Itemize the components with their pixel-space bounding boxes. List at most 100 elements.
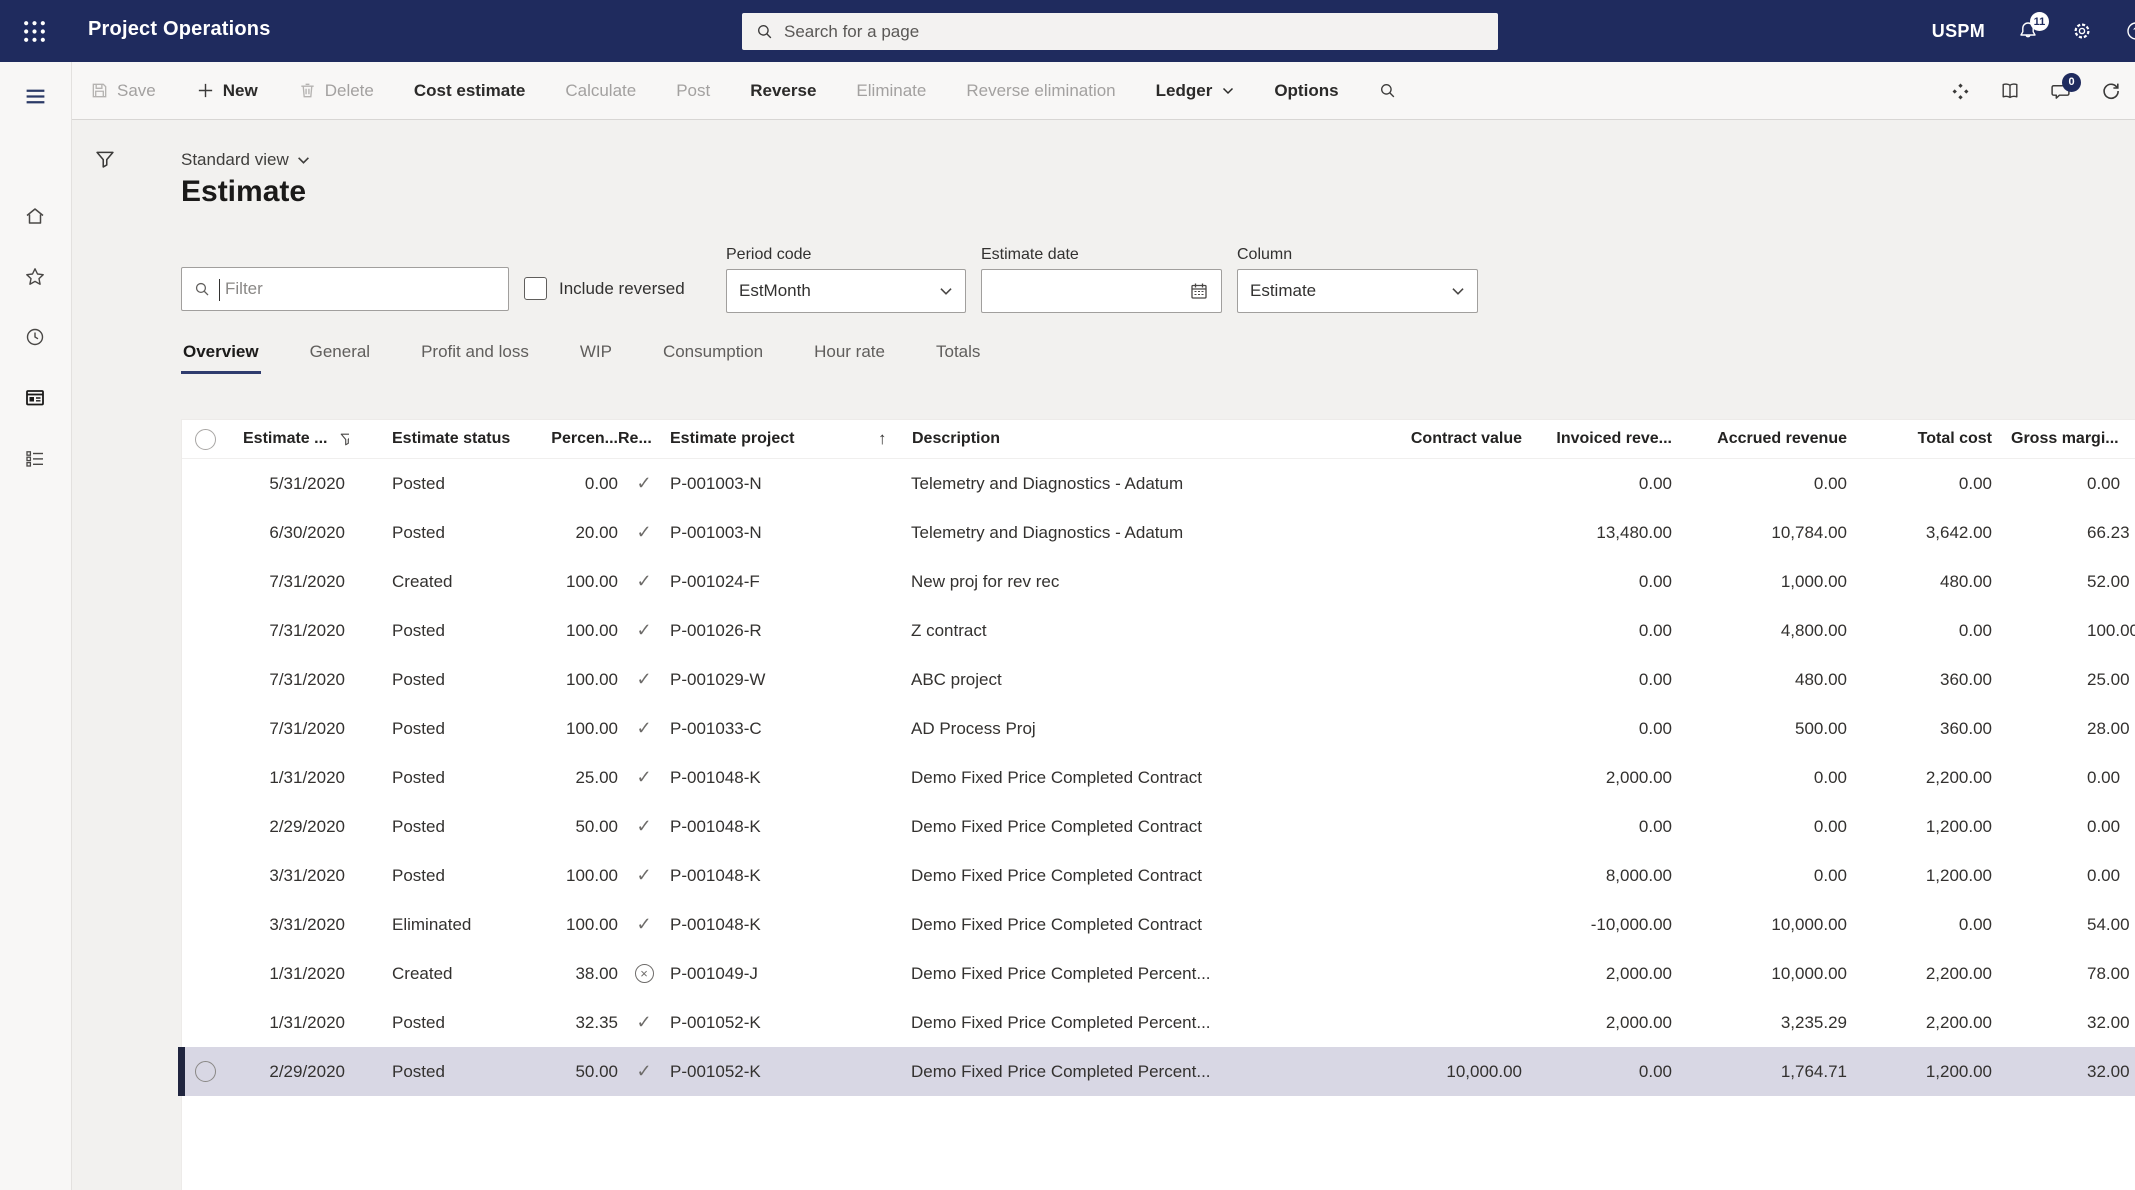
tab-general[interactable]: General [308, 332, 372, 374]
column-header-contract[interactable]: Contract value [1362, 420, 1522, 458]
estimate-date-input[interactable] [981, 269, 1222, 313]
toolbar-search-icon[interactable] [1379, 82, 1397, 100]
cell-status: Posted [349, 753, 534, 802]
bell-icon[interactable]: 11 [2017, 20, 2039, 42]
star-icon[interactable] [24, 266, 48, 290]
grid-body: 5/31/2020Posted0.00✓P-001003-NTelemetry … [182, 459, 2135, 1096]
table-row[interactable]: 7/31/2020Created100.00✓P-001024-FNew pro… [182, 557, 2135, 606]
table-row[interactable]: 3/31/2020Posted100.00✓P-001048-KDemo Fix… [182, 851, 2135, 900]
tab-wip[interactable]: WIP [578, 332, 614, 374]
table-row[interactable]: 7/31/2020Posted100.00✓P-001033-CAD Proce… [182, 704, 2135, 753]
cell-select [182, 655, 226, 704]
search-icon [1379, 82, 1397, 100]
column-header-total_cost[interactable]: Total cost [1847, 420, 1992, 458]
toolbar-button-cost-estimate[interactable]: Cost estimate [414, 81, 525, 101]
grid-filter-input[interactable] [219, 279, 479, 299]
cell-percent: 50.00 [534, 802, 618, 851]
header-radio[interactable] [195, 429, 216, 450]
refresh-icon[interactable] [2101, 81, 2121, 101]
tab-overview[interactable]: Overview [181, 332, 261, 374]
home-icon[interactable] [24, 205, 48, 229]
toolbar-button-reverse[interactable]: Reverse [750, 81, 816, 101]
tab-consumption[interactable]: Consumption [661, 332, 765, 374]
table-row[interactable]: 1/31/2020Posted32.35✓P-001052-KDemo Fixe… [182, 998, 2135, 1047]
toolbar-button-label: Options [1274, 81, 1338, 101]
cell-project: P-001052-K [670, 998, 870, 1047]
cell-invoiced: 0.00 [1522, 655, 1672, 704]
column-header-description[interactable]: ↑Description [870, 420, 1362, 458]
toolbar-button-ledger[interactable]: Ledger [1156, 81, 1235, 101]
column-header-reversed[interactable]: Re... [618, 420, 670, 458]
gear-icon[interactable] [2071, 20, 2093, 42]
table-row[interactable]: 2/29/2020Posted50.00✓P-001052-KDemo Fixe… [182, 1047, 2135, 1096]
period-code-dropdown[interactable]: EstMonth [726, 269, 966, 313]
book-icon[interactable] [2000, 81, 2020, 101]
grid-filter-box[interactable] [181, 267, 509, 311]
estimate-date-label: Estimate date [981, 246, 1222, 264]
filter-pane-icon[interactable] [94, 148, 116, 170]
calendar-icon[interactable] [1189, 281, 1209, 301]
tab-hour-rate[interactable]: Hour rate [812, 332, 887, 374]
page-search-box[interactable] [742, 13, 1498, 50]
nav-menu-icon[interactable] [24, 85, 48, 109]
cell-accrued: 10,784.00 [1672, 508, 1847, 557]
column-header-project[interactable]: Estimate project [670, 420, 870, 458]
table-row[interactable]: 7/31/2020Posted100.00✓P-001029-WABC proj… [182, 655, 2135, 704]
row-select-radio[interactable] [195, 1061, 216, 1082]
cell-percent: 0.00 [534, 459, 618, 508]
column-dropdown[interactable]: Estimate [1237, 269, 1478, 313]
add-icon [196, 81, 215, 100]
cell-status: Posted [349, 1047, 534, 1096]
cell-accrued: 4,800.00 [1672, 606, 1847, 655]
cell-select [182, 753, 226, 802]
cell-gross_margin: 52.00 [1992, 557, 2135, 606]
cell-gross_margin: 66.23 [1992, 508, 2135, 557]
insights-icon[interactable] [1951, 82, 1970, 101]
table-row[interactable]: 5/31/2020Posted0.00✓P-001003-NTelemetry … [182, 459, 2135, 508]
app-launcher-icon[interactable] [22, 19, 48, 45]
toolbar-button-label: New [223, 81, 258, 101]
cell-description: Demo Fixed Price Completed Contract [870, 753, 1362, 802]
environment-label[interactable]: USPM [1932, 21, 1985, 42]
cell-contract [1362, 753, 1522, 802]
form-icon[interactable] [24, 387, 48, 411]
column-label: Column [1237, 246, 1478, 264]
toolbar-button-new[interactable]: New [196, 81, 258, 101]
tab-totals[interactable]: Totals [934, 332, 982, 374]
column-header-label: Estimate status [392, 430, 510, 448]
table-row[interactable]: 6/30/2020Posted20.00✓P-001003-NTelemetry… [182, 508, 2135, 557]
table-row[interactable]: 3/31/2020Eliminated100.00✓P-001048-KDemo… [182, 900, 2135, 949]
cell-project: P-001052-K [670, 1047, 870, 1096]
help-icon[interactable]: ? [2125, 20, 2135, 42]
page-search-input[interactable] [784, 22, 1424, 42]
column-header-percent[interactable]: Percen... [534, 420, 618, 458]
toolbar-button-options[interactable]: Options [1274, 81, 1338, 101]
table-row[interactable]: 7/31/2020Posted100.00✓P-001026-RZ contra… [182, 606, 2135, 655]
cell-accrued: 10,000.00 [1672, 900, 1847, 949]
column-header-accrued[interactable]: Accrued revenue [1672, 420, 1847, 458]
table-row[interactable]: 1/31/2020Created38.00×P-001049-JDemo Fix… [182, 949, 2135, 998]
cell-percent: 100.00 [534, 900, 618, 949]
cell-contract [1362, 655, 1522, 704]
table-row[interactable]: 2/29/2020Posted50.00✓P-001048-KDemo Fixe… [182, 802, 2135, 851]
reversed-check-icon: ✓ [636, 473, 651, 494]
clock-icon[interactable] [24, 326, 48, 350]
column-header-gross_margin[interactable]: Gross margi... [1992, 420, 2135, 458]
view-selector-label: Standard view [181, 150, 289, 170]
column-header-invoiced[interactable]: Invoiced reve... [1522, 420, 1672, 458]
reversed-check-icon: ✓ [636, 522, 651, 543]
select-all-radio[interactable] [182, 420, 226, 458]
table-row[interactable]: 1/31/2020Posted25.00✓P-001048-KDemo Fixe… [182, 753, 2135, 802]
tasklist-icon[interactable] [24, 448, 48, 472]
cell-description: Demo Fixed Price Completed Percent... [870, 1047, 1362, 1096]
cell-description: Z contract [870, 606, 1362, 655]
column-header-status[interactable]: Estimate status [349, 420, 534, 458]
include-reversed-checkbox[interactable] [524, 277, 547, 300]
column-header-date[interactable]: Estimate ... [226, 420, 349, 458]
cell-reversed: ✓ [618, 704, 670, 753]
cell-select [182, 704, 226, 753]
cell-select [182, 1047, 226, 1096]
view-selector[interactable]: Standard view [181, 150, 310, 170]
tab-profit-and-loss[interactable]: Profit and loss [419, 332, 531, 374]
chat-icon[interactable]: 0 [2050, 81, 2071, 102]
